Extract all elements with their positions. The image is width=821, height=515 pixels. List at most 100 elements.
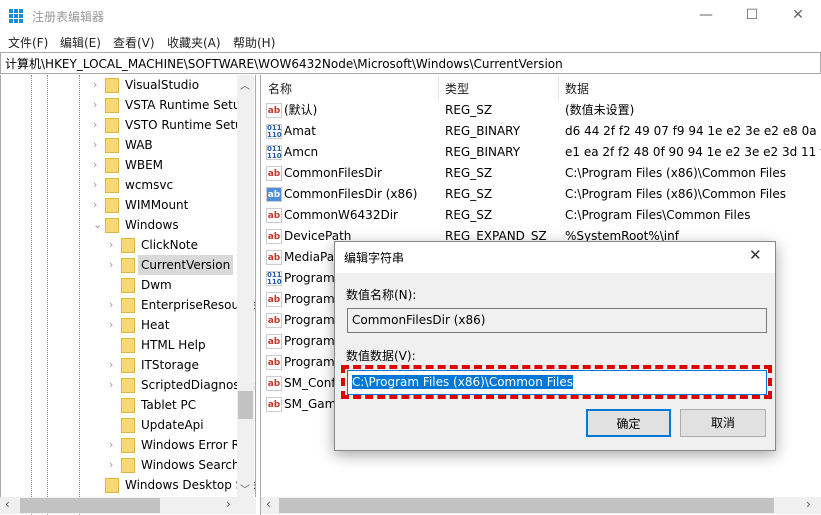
tree-item[interactable]: › Windows Search bbox=[1, 455, 240, 475]
tree-item[interactable]: › VSTA Runtime Setup bbox=[1, 95, 248, 115]
value-name: Amat bbox=[284, 124, 316, 138]
tree-item-label: VSTA Runtime Setup bbox=[125, 98, 249, 112]
expand-arrow-icon[interactable]: › bbox=[109, 295, 113, 315]
tree-item[interactable]: › WIMMount bbox=[1, 195, 238, 215]
scroll-thumb[interactable] bbox=[238, 391, 253, 419]
list-horizontal-scrollbar[interactable]: ‹ › bbox=[261, 497, 821, 514]
string-value-icon: ab bbox=[266, 334, 282, 349]
value-type: REG_BINARY bbox=[445, 124, 521, 138]
expand-arrow-icon[interactable]: › bbox=[109, 235, 113, 255]
value-data-label: 数值数据(V): bbox=[346, 349, 416, 363]
value-row[interactable]: ab CommonW6432Dir REG_SZ C:\Program Files\C… bbox=[266, 205, 821, 226]
menu-favorites[interactable]: 收藏夹(A) bbox=[167, 34, 221, 51]
value-name: CommonFilesDir (x86) bbox=[284, 187, 418, 201]
tree-item[interactable]: › CurrentVersion bbox=[1, 255, 238, 275]
scroll-left-icon[interactable]: ‹ bbox=[266, 497, 271, 511]
expand-arrow-icon[interactable]: › bbox=[93, 95, 97, 115]
expand-arrow-icon[interactable]: › bbox=[109, 375, 113, 395]
expand-arrow-icon[interactable]: ⌄ bbox=[93, 215, 102, 235]
value-name: Program bbox=[284, 292, 335, 306]
tree-item[interactable]: › ITStorage bbox=[1, 355, 238, 375]
minimize-button[interactable]: — bbox=[683, 0, 729, 32]
cancel-button[interactable]: 取消 bbox=[680, 409, 766, 437]
tree-item[interactable]: › VSTO Runtime Setup bbox=[1, 115, 250, 135]
tree-item[interactable]: › Heat bbox=[1, 315, 238, 335]
value-name-field[interactable]: CommonFilesDir (x86) bbox=[347, 308, 767, 333]
menu-edit[interactable]: 编辑(E) bbox=[60, 34, 101, 51]
tree-item[interactable]: Tablet PC bbox=[1, 395, 238, 415]
value-row[interactable]: 011 110 Amat REG_BINARY d6 44 2f f2 49 07 f9… bbox=[266, 121, 821, 142]
expand-arrow-icon[interactable]: › bbox=[93, 115, 97, 135]
value-name: Program bbox=[284, 355, 335, 369]
string-value-icon: ab bbox=[266, 103, 282, 118]
tree-item-label: VSTO Runtime Setup bbox=[125, 118, 251, 132]
tree-item[interactable]: › VisualStudio bbox=[1, 75, 238, 95]
tree-item[interactable]: HTML Help bbox=[1, 335, 238, 355]
highlight-box bbox=[341, 365, 772, 399]
folder-icon bbox=[121, 278, 135, 293]
value-data: d6 44 2f f2 49 07 f9 94 1e e2 3e e2 e8 0… bbox=[565, 124, 821, 138]
tree-item[interactable]: Windows Desktop Search bbox=[1, 475, 255, 495]
expand-arrow-icon[interactable]: › bbox=[109, 355, 113, 375]
tree-item[interactable]: UpdateApi bbox=[1, 415, 238, 435]
expand-arrow-icon[interactable]: › bbox=[93, 75, 97, 95]
expand-arrow-icon[interactable]: › bbox=[109, 255, 113, 275]
expand-arrow-icon[interactable]: › bbox=[93, 135, 97, 155]
value-row[interactable]: ab CommonFilesDir REG_SZ C:\Program Files (… bbox=[266, 163, 821, 184]
menu-file[interactable]: 文件(F) bbox=[8, 34, 48, 51]
tree-item-label: WBEM bbox=[125, 158, 164, 172]
tree-item-label: Windows Desktop Search bbox=[125, 478, 255, 492]
scroll-right-icon[interactable]: › bbox=[806, 497, 811, 511]
folder-icon bbox=[105, 98, 119, 113]
address-bar[interactable]: 计算机\HKEY_LOCAL_MACHINE\SOFTWARE\WOW6432N… bbox=[0, 52, 821, 74]
tree-item-label: Windows bbox=[125, 218, 179, 232]
scroll-up-icon[interactable]: ︿ bbox=[240, 77, 250, 92]
tree-item[interactable]: › wcmsvc bbox=[1, 175, 238, 195]
expand-arrow-icon[interactable]: › bbox=[93, 195, 97, 215]
value-data: C:\Program Files\Common Files bbox=[565, 208, 751, 222]
menu-help[interactable]: 帮助(H) bbox=[233, 34, 275, 51]
column-header-data[interactable]: 数据 bbox=[565, 80, 589, 97]
column-header-name[interactable]: 名称 bbox=[268, 80, 292, 97]
tree-horizontal-scrollbar[interactable]: ‹ › bbox=[0, 497, 256, 514]
expand-arrow-icon[interactable]: › bbox=[93, 175, 97, 195]
tree-item[interactable]: ›EnterpriseResourceManager bbox=[1, 295, 255, 315]
value-name: CommonFilesDir bbox=[284, 166, 382, 180]
expand-arrow-icon[interactable]: › bbox=[93, 155, 97, 175]
scroll-right-icon[interactable]: › bbox=[226, 497, 231, 511]
maximize-button[interactable]: ☐ bbox=[729, 0, 775, 32]
tree-item-label: CurrentVersion bbox=[138, 255, 234, 275]
tree-vertical-scrollbar[interactable]: ︿ ﹀ bbox=[237, 75, 254, 498]
tree-item[interactable]: › WAB bbox=[1, 135, 238, 155]
tree-item[interactable]: › WBEM bbox=[1, 155, 238, 175]
tree-guide-line bbox=[79, 75, 80, 515]
value-row[interactable]: 011 110 Amcn REG_BINARY e1 ea 2f f2 48 0f 90… bbox=[266, 142, 821, 163]
folder-icon bbox=[105, 78, 119, 93]
value-row[interactable]: ab CommonFilesDir (x86) REG_SZ C:\Program F… bbox=[266, 184, 821, 205]
expand-arrow-icon[interactable]: › bbox=[109, 435, 113, 455]
column-header-type[interactable]: 类型 bbox=[445, 80, 469, 97]
scroll-down-icon[interactable]: ﹀ bbox=[240, 481, 250, 496]
value-row[interactable]: ab (默认) REG_SZ (数值未设置) bbox=[266, 100, 821, 121]
scroll-thumb[interactable] bbox=[20, 498, 160, 513]
tree-item[interactable]: ⌄ Windows bbox=[1, 215, 238, 235]
close-button[interactable]: ✕ bbox=[775, 0, 821, 32]
column-divider[interactable] bbox=[558, 77, 559, 99]
tree-item[interactable]: › ClickNote bbox=[1, 235, 238, 255]
tree-item[interactable]: › ScriptedDiagnostics bbox=[1, 375, 255, 395]
dialog-close-button[interactable]: ✕ bbox=[749, 246, 762, 264]
string-value-icon: ab bbox=[266, 376, 282, 391]
tree-item[interactable]: ›Windows Error Reporting bbox=[1, 435, 255, 455]
regedit-app-icon bbox=[9, 9, 23, 23]
scroll-left-icon[interactable]: ‹ bbox=[5, 497, 10, 511]
folder-icon bbox=[121, 338, 135, 353]
expand-arrow-icon[interactable]: › bbox=[109, 455, 113, 475]
tree-item[interactable]: Dwm bbox=[1, 275, 238, 295]
menu-view[interactable]: 查看(V) bbox=[113, 34, 155, 51]
expand-arrow-icon[interactable]: › bbox=[109, 315, 113, 335]
column-divider[interactable] bbox=[438, 77, 439, 99]
ok-button[interactable]: 确定 bbox=[586, 409, 671, 437]
scroll-thumb[interactable] bbox=[279, 498, 774, 513]
folder-icon bbox=[121, 418, 135, 433]
value-name: CommonW6432Dir bbox=[284, 208, 398, 222]
